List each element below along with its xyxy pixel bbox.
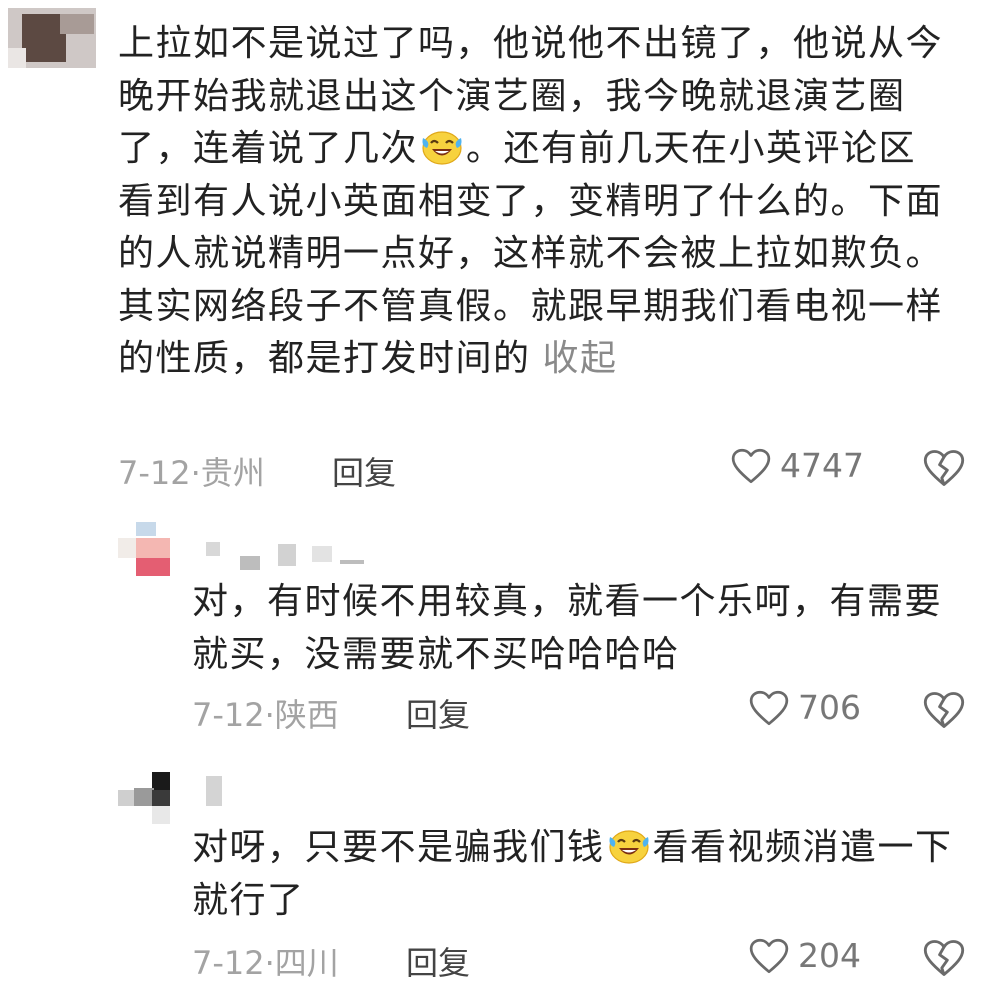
comment-text-part: 对呀，只要不是骗我们钱 xyxy=(192,827,605,868)
reply-button[interactable]: 回复 xyxy=(406,938,470,984)
username-blur xyxy=(200,536,370,576)
dislike-button[interactable] xyxy=(922,448,966,492)
broken-heart-icon xyxy=(922,963,966,982)
broken-heart-icon xyxy=(922,473,966,492)
like-count: 706 xyxy=(798,688,861,727)
crying-laughing-emoji-icon xyxy=(607,827,651,865)
comment-text: 对，有时候不用较真，就看一个乐呵，有需要就买，没需要就不买哈哈哈哈 xyxy=(192,576,972,681)
heart-outline-icon xyxy=(730,447,772,485)
comment-text-part: 对，有时候不用较真，就看一个乐呵，有需要就买，没需要就不买哈哈哈哈 xyxy=(192,581,943,675)
comment-meta: 7-12·陕西 xyxy=(192,696,339,734)
reply-button[interactable]: 回复 xyxy=(332,448,396,494)
like-count: 4747 xyxy=(780,446,864,485)
avatar[interactable] xyxy=(118,522,174,578)
username-blur xyxy=(200,772,240,812)
like-count: 204 xyxy=(798,936,861,975)
dislike-button[interactable] xyxy=(922,690,966,734)
comment-meta: 7-12·贵州 xyxy=(118,454,265,492)
like-button[interactable]: 4747 xyxy=(730,446,864,485)
like-button[interactable]: 706 xyxy=(748,688,861,727)
avatar[interactable] xyxy=(8,8,96,68)
avatar[interactable] xyxy=(118,772,174,828)
comment-location: 贵州 xyxy=(200,454,265,492)
heart-outline-icon xyxy=(748,689,790,727)
comment-text: 上拉如不是说过了吗，他说他不出镜了，他说从今晚开始我就退出这个演艺圈，我今晚就退… xyxy=(118,18,948,386)
broken-heart-icon xyxy=(922,715,966,734)
collapse-link[interactable]: 收起 xyxy=(543,338,618,379)
dislike-button[interactable] xyxy=(922,938,966,982)
heart-outline-icon xyxy=(748,937,790,975)
comment-date: 7-12 xyxy=(192,944,265,982)
reply-button[interactable]: 回复 xyxy=(406,690,470,736)
comment-meta: 7-12·四川 xyxy=(192,944,339,982)
comment-date: 7-12 xyxy=(118,454,191,492)
comment-date: 7-12 xyxy=(192,696,265,734)
comment-text: 对呀，只要不是骗我们钱 看看视频消遣一下就行了 xyxy=(192,822,972,927)
comment-location: 陕西 xyxy=(274,696,339,734)
comment-location: 四川 xyxy=(274,944,339,982)
crying-laughing-emoji-icon xyxy=(420,128,464,166)
like-button[interactable]: 204 xyxy=(748,936,861,975)
